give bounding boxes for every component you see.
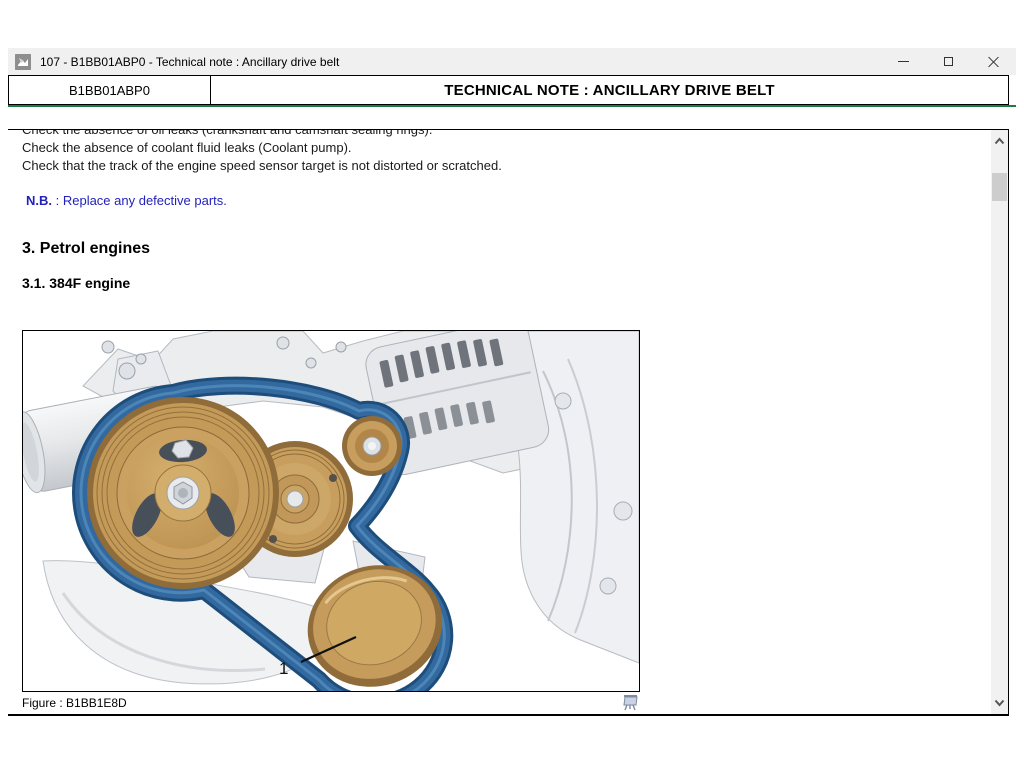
scroll-up-button[interactable] — [991, 132, 1008, 151]
scrollbar-thumb[interactable] — [992, 173, 1007, 201]
app-icon — [15, 54, 31, 70]
close-button[interactable] — [971, 48, 1016, 75]
idler-pulley — [342, 416, 402, 476]
vertical-scrollbar[interactable] — [991, 130, 1008, 714]
maximize-icon — [944, 57, 953, 66]
engine-belt-illustration: 1 — [23, 331, 639, 691]
callout-label: 1 — [279, 659, 288, 678]
titlebar: 107 - B1BB01ABP0 - Technical note : Anci… — [8, 48, 1016, 75]
chevron-up-icon — [993, 135, 1006, 148]
minimize-button[interactable] — [881, 48, 926, 75]
figure-viewer-button[interactable] — [621, 692, 641, 712]
maximize-button[interactable] — [926, 48, 971, 75]
document-title: TECHNICAL NOTE : ANCILLARY DRIVE BELT — [211, 76, 1008, 104]
nb-text: Replace any defective parts. — [63, 193, 227, 208]
chevron-down-icon — [993, 696, 1006, 709]
window-title: 107 - B1BB01ABP0 - Technical note : Anci… — [40, 55, 339, 69]
header-accent-rule — [8, 105, 1016, 107]
paragraph-line: Check the absence of oil leaks (cranksha… — [22, 130, 502, 139]
paragraph-line: Check that the track of the engine speed… — [22, 157, 502, 175]
instruction-paragraphs: Check the absence of oil leaks (cranksha… — [22, 130, 502, 175]
document-code: B1BB01ABP0 — [9, 76, 211, 104]
scroll-down-button[interactable] — [991, 693, 1008, 712]
minimize-icon — [898, 61, 909, 62]
crankshaft-pulley — [87, 397, 279, 589]
subsection-heading: 3.1. 384F engine — [22, 275, 130, 291]
nb-label: N.B. — [26, 193, 52, 208]
close-icon — [988, 56, 999, 67]
figure-frame: 1 — [22, 330, 640, 692]
application-window: 107 - B1BB01ABP0 - Technical note : Anci… — [8, 48, 1016, 718]
presentation-screen-icon — [621, 692, 641, 712]
document-content-pane: Check the absence of oil leaks (cranksha… — [8, 129, 1009, 716]
nb-note: N.B. : Replace any defective parts. — [26, 193, 227, 208]
figure-caption: Figure : B1BB1E8D — [22, 696, 127, 710]
paragraph-line: Check the absence of coolant fluid leaks… — [22, 139, 502, 157]
document-header: B1BB01ABP0 TECHNICAL NOTE : ANCILLARY DR… — [8, 75, 1009, 105]
section-heading: 3. Petrol engines — [22, 240, 150, 258]
nb-separator: : — [52, 193, 63, 208]
